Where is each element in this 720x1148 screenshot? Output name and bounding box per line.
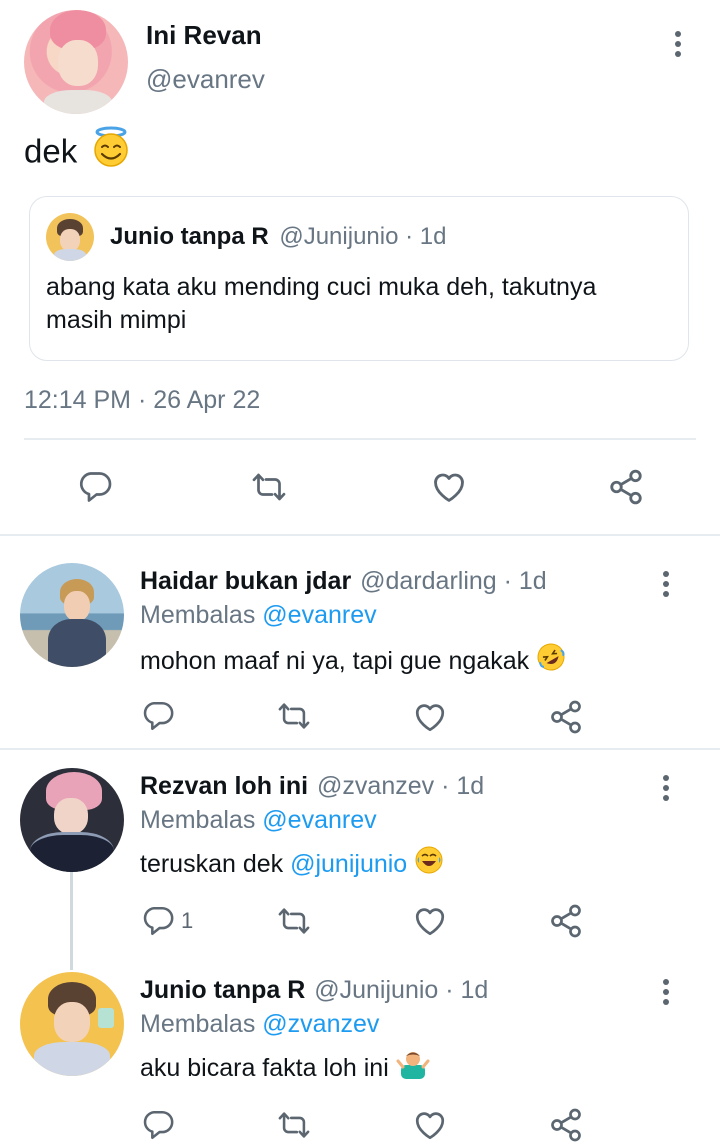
like-icon[interactable] — [430, 468, 468, 506]
reply-1-text: mohon maaf ni ya, tapi gue ngakak — [140, 647, 530, 676]
reply-1-avatar[interactable] — [20, 563, 124, 667]
reply-2-more-icon[interactable] — [654, 772, 678, 812]
reply-3-replying-handle[interactable]: @zvanzev — [262, 1010, 379, 1038]
reply-2-text: teruskan dek — [140, 850, 284, 879]
quoted-author-avatar — [46, 213, 94, 261]
retweet-icon[interactable] — [250, 469, 288, 505]
thread-connector-line — [70, 870, 73, 970]
reply-3-avatar[interactable] — [20, 972, 124, 1076]
reply-3-reply-icon[interactable] — [141, 1108, 175, 1142]
reply-3-replying-to: Membalas @zvanzev — [140, 1010, 379, 1039]
reply-2-handle-time: @zvanzev · 1d — [317, 772, 485, 800]
smiling-face-with-halo-icon — [90, 126, 132, 176]
reply-2-author-name[interactable]: Rezvan loh ini — [140, 772, 308, 800]
reply-2-reply-count: 1 — [181, 908, 194, 933]
reply-icon[interactable] — [77, 469, 113, 505]
main-tweet-more-icon[interactable] — [666, 28, 690, 68]
reply-3-text-row: aku bicara fakta loh ini — [140, 1052, 430, 1086]
reply-2-reply-icon[interactable] — [141, 904, 175, 938]
main-author-handle[interactable]: @evanrev — [146, 64, 265, 95]
reply-1-retweet-icon[interactable] — [276, 699, 312, 733]
reply-3-replying-label: Membalas — [140, 1010, 256, 1038]
reply-1-handle-time: @dardarling · 1d — [360, 567, 547, 595]
reply-2-replying-label: Membalas — [140, 806, 256, 834]
reply-1-divider — [0, 748, 720, 750]
reply-2-mention[interactable]: @junijunio — [290, 850, 407, 878]
reply-2-share-icon[interactable] — [548, 903, 584, 939]
reply-1-text-row: mohon maaf ni ya, tapi gue ngakak — [140, 643, 566, 679]
reply-1-more-icon[interactable] — [654, 568, 678, 608]
reply-3-share-icon[interactable] — [548, 1107, 584, 1143]
reply-2-header: Rezvan loh ini @zvanzev · 1d — [140, 772, 484, 801]
quoted-header: Junio tanpa R @Junijunio · 1d — [110, 223, 446, 251]
reply-2-replying-handle[interactable]: @evanrev — [262, 806, 376, 834]
reply-1-share-icon[interactable] — [548, 699, 584, 735]
reply-2-text-row: teruskan dek @junijunio — [140, 846, 444, 882]
timestamp-divider — [24, 438, 696, 440]
main-author-name[interactable]: Ini Revan — [146, 20, 262, 51]
quoted-author-handle-time: @Junijunio · 1d — [279, 223, 447, 250]
reply-1-author-name[interactable]: Haidar bukan jdar — [140, 567, 351, 595]
reply-2-avatar[interactable] — [20, 768, 124, 872]
main-tweet-text-row: dek — [24, 126, 132, 176]
main-tweet-text: dek — [24, 132, 78, 170]
rolling-on-floor-laughing-icon — [536, 642, 566, 679]
reply-3-retweet-icon[interactable] — [276, 1108, 312, 1142]
reply-3-text: aku bicara fakta loh ini — [140, 1054, 389, 1083]
quoted-tweet-card[interactable]: Junio tanpa R @Junijunio · 1d abang kata… — [29, 196, 689, 361]
main-tweet-timestamp: 12:14 PM · 26 Apr 22 — [24, 386, 261, 414]
face-with-tears-of-joy-icon — [414, 845, 444, 882]
reply-3-handle-time: @Junijunio · 1d — [314, 976, 489, 1004]
quoted-author-name: Junio tanpa R — [110, 223, 269, 250]
reply-3-like-icon[interactable] — [412, 1107, 448, 1143]
main-tweet-bottom-divider — [0, 534, 720, 536]
share-icon[interactable] — [607, 468, 645, 506]
reply-2-like-icon[interactable] — [412, 903, 448, 939]
reply-2-replying-to: Membalas @evanrev — [140, 806, 377, 835]
reply-1-header: Haidar bukan jdar @dardarling · 1d — [140, 567, 547, 596]
reply-1-replying-handle[interactable]: @evanrev — [262, 601, 376, 629]
reply-3-more-icon[interactable] — [654, 976, 678, 1016]
reply-3-header: Junio tanpa R @Junijunio · 1d — [140, 976, 488, 1005]
person-shrugging-icon — [396, 1047, 430, 1086]
reply-1-replying-to: Membalas @evanrev — [140, 601, 377, 630]
reply-1-reply-icon[interactable] — [141, 699, 175, 733]
reply-3-author-name[interactable]: Junio tanpa R — [140, 976, 305, 1004]
reply-1-like-icon[interactable] — [412, 699, 448, 735]
reply-1-replying-label: Membalas — [140, 601, 256, 629]
quoted-text-line-1: abang kata aku mending cuci muka deh, ta… — [46, 273, 597, 301]
reply-2-retweet-icon[interactable] — [276, 904, 312, 938]
main-author-avatar[interactable] — [24, 10, 128, 114]
quoted-text-line-2: masih mimpi — [46, 306, 187, 334]
